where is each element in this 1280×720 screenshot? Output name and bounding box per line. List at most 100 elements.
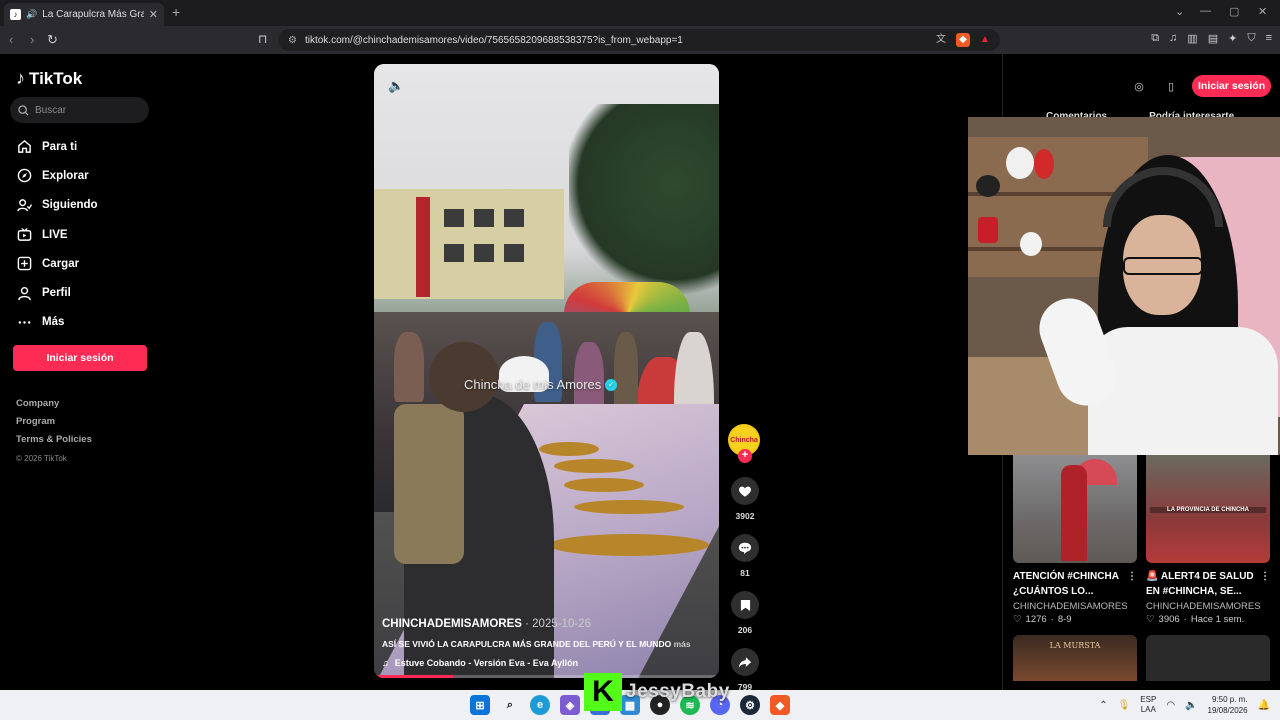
more-options-icon[interactable]: ⋮	[1260, 569, 1270, 584]
extensions-row: ⧉ ♫ ▥ ▤ ✦ ⛉ ≡	[1151, 32, 1272, 45]
clock-date: 19/08/2026	[1207, 706, 1248, 715]
wallet-icon[interactable]: ▤	[1208, 32, 1218, 45]
sidebar-item-perfil[interactable]: Perfil	[16, 278, 98, 307]
noodle-pile	[574, 500, 684, 514]
translate-icon[interactable]: 文	[934, 33, 948, 47]
footer-link-company[interactable]: Company	[16, 398, 92, 416]
card-title-wrap: 🚨 ALERT4 DE SALUD EN #CHINCHA, SE... ⋮	[1146, 569, 1270, 599]
vpn-icon[interactable]: ⛉	[1247, 32, 1255, 45]
search-box[interactable]	[10, 97, 149, 123]
close-window-icon[interactable]: ✕	[1258, 5, 1267, 18]
chevron-down-icon[interactable]: ⌄	[1175, 5, 1184, 18]
bookmark-icon[interactable]: ⊓	[258, 32, 267, 46]
brave-icon[interactable]: ◆	[770, 695, 790, 715]
share-icon[interactable]	[731, 648, 759, 676]
compass-icon[interactable]: ◎	[1128, 75, 1150, 97]
webcam-overlay	[968, 117, 1280, 455]
share-action[interactable]: 799	[728, 648, 762, 692]
site-info-icon[interactable]: ⚙	[288, 35, 297, 46]
video-music[interactable]: ♫ Estuve Cobando - Versión Eva - Eva Ayl…	[382, 658, 712, 668]
clock[interactable]: 9:50 p. m. 19/08/2026	[1208, 694, 1248, 716]
video-thumbnail[interactable]: LA MURSTA	[1013, 635, 1137, 681]
address-bar[interactable]: ⚙ tiktok.com/@chinchademisamores/video/7…	[278, 29, 1000, 51]
meta-dot: ·	[1050, 614, 1054, 625]
language-indicator[interactable]: ESP LAA	[1140, 695, 1156, 715]
footer-links: Company Program Terms & Policies © 2026 …	[16, 398, 92, 463]
reload-icon[interactable]: ↻	[47, 32, 58, 48]
steam-icon[interactable]: ⚙	[740, 695, 760, 715]
footer-link-program[interactable]: Program	[16, 416, 92, 434]
speaker-icon[interactable]: 🔊	[26, 9, 37, 20]
video-card[interactable]: LA PROVINCIA DE CHINCHA 🚨 ALERT4 DE SALU…	[1146, 455, 1270, 625]
video-author[interactable]: CHINCHADEMISAMORES	[382, 618, 522, 630]
video-date: · 2025-10-26	[525, 618, 591, 630]
comment-icon[interactable]	[731, 534, 759, 562]
bookmark-icon[interactable]	[731, 591, 759, 619]
back-icon[interactable]: ‹	[9, 32, 13, 47]
sidebar-item-mas[interactable]: Más	[16, 308, 98, 337]
app-icon[interactable]: ◈	[560, 695, 580, 715]
lang-bottom: LAA	[1140, 705, 1156, 714]
extensions-icon[interactable]: ⧉	[1151, 32, 1159, 45]
minimize-icon[interactable]: —	[1200, 5, 1211, 17]
tiktok-logo[interactable]: ♪ TikTok	[16, 68, 82, 89]
overlay-label: Chincha de mis Amores	[464, 377, 602, 392]
heart-outline-icon: ♡	[1013, 614, 1022, 625]
sidebar-item-live[interactable]: LIVE	[16, 220, 98, 249]
ai-icon[interactable]: ✦	[1228, 32, 1237, 45]
comment-action[interactable]: 81	[728, 534, 762, 578]
login-button[interactable]: Iniciar sesión	[13, 345, 147, 371]
more-options-icon[interactable]: ⋮	[1127, 569, 1137, 584]
like-action[interactable]: 3902	[728, 477, 762, 521]
edge-icon[interactable]: e	[530, 695, 550, 715]
follow-plus-icon[interactable]: +	[738, 449, 752, 463]
sidebar-item-siguiendo[interactable]: Siguiendo	[16, 191, 98, 220]
volume-icon[interactable]: 🔈	[1185, 700, 1197, 711]
save-action[interactable]: 206	[728, 591, 762, 635]
video-card[interactable]: ATENCIÓN #CHINCHA ¿CUÁNTOS LO... ⋮ CHINC…	[1013, 455, 1137, 625]
brave-shield-icon[interactable]: ◆	[956, 33, 970, 47]
chevron-up-icon[interactable]: ⌃	[1099, 700, 1107, 711]
more-link[interactable]: más	[674, 639, 691, 649]
footer-link-terms[interactable]: Terms & Policies	[16, 434, 92, 452]
video-player[interactable]: 🔈 Chincha de mis Amores ✓ CHINCHADEMISAM…	[374, 64, 719, 678]
device-icon[interactable]: ▯	[1160, 75, 1182, 97]
video-thumbnail[interactable]	[1013, 455, 1137, 563]
volume-icon[interactable]: 🔈	[388, 78, 404, 94]
sidebar-icon[interactable]: ▥	[1187, 32, 1197, 45]
creator-avatar-wrap[interactable]: Chincha +	[728, 424, 762, 464]
search-input[interactable]	[35, 104, 135, 116]
card-author[interactable]: CHINCHADEMISAMORES	[1146, 601, 1270, 612]
sidebar-item-label: Para ti	[42, 140, 78, 153]
brave-rewards-icon[interactable]: ▲	[978, 33, 992, 47]
video-thumbnail[interactable]	[1146, 635, 1270, 681]
video-thumbnail[interactable]: LA PROVINCIA DE CHINCHA	[1146, 455, 1270, 563]
new-tab-icon[interactable]: +	[172, 4, 180, 20]
music-icon[interactable]: ♫	[1169, 32, 1177, 45]
header-login-button[interactable]: Iniciar sesión	[1192, 75, 1272, 97]
sidebar-item-cargar[interactable]: Cargar	[16, 249, 98, 278]
microphone-icon[interactable]: 🎙	[1118, 700, 1131, 711]
forward-icon[interactable]: ›	[30, 32, 34, 47]
card-author[interactable]: CHINCHADEMISAMORES	[1013, 601, 1137, 612]
browser-tab[interactable]: ♪ 🔊 La Carapulcra Más Grande de ✕	[4, 3, 164, 26]
heart-icon[interactable]	[731, 477, 759, 505]
card-title[interactable]: ATENCIÓN #CHINCHA ¿CUÁNTOS LO...	[1013, 571, 1119, 597]
card-title-wrap: ATENCIÓN #CHINCHA ¿CUÁNTOS LO... ⋮	[1013, 569, 1137, 599]
sidebar-item-label: Explorar	[42, 169, 89, 182]
video-author-line[interactable]: CHINCHADEMISAMORES · 2025-10-26	[382, 618, 712, 630]
cam-plush	[1020, 232, 1042, 256]
maximize-icon[interactable]: ▢	[1229, 5, 1239, 18]
notification-icon[interactable]: 🔔	[1258, 700, 1270, 711]
sidebar-item-para-ti[interactable]: Para ti	[16, 132, 98, 161]
close-tab-icon[interactable]: ✕	[149, 8, 158, 21]
search-icon[interactable]: ⌕	[500, 695, 520, 715]
sidebar-item-explorar[interactable]: Explorar	[16, 161, 98, 190]
card-title[interactable]: 🚨 ALERT4 DE SALUD EN #CHINCHA, SE...	[1146, 571, 1254, 597]
card-meta: ♡ 3906 · Hace 1 sem.	[1146, 614, 1270, 625]
cam-shirt	[1088, 327, 1278, 455]
windows-start-icon[interactable]: ⊞	[470, 695, 490, 715]
wifi-icon[interactable]: ◠	[1166, 700, 1175, 711]
tiktok-note-icon: ♪	[16, 68, 25, 88]
menu-icon[interactable]: ≡	[1266, 32, 1272, 45]
